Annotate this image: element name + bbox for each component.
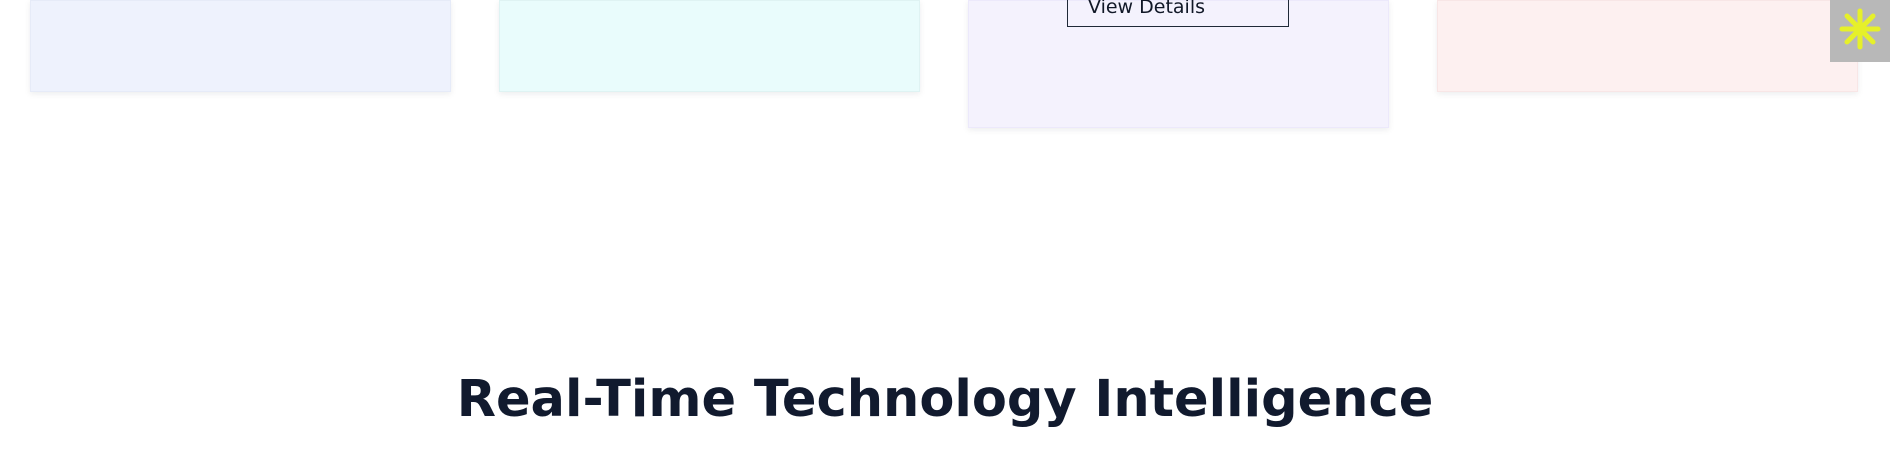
- asterisk-icon: [1839, 8, 1881, 54]
- view-details-button[interactable]: View Details: [1067, 0, 1289, 27]
- card-1: [30, 0, 451, 92]
- corner-badge[interactable]: [1830, 0, 1890, 62]
- section-title: Real-Time Technology Intelligence: [456, 370, 1434, 429]
- card-2: [499, 0, 920, 92]
- card-4: [1437, 0, 1858, 92]
